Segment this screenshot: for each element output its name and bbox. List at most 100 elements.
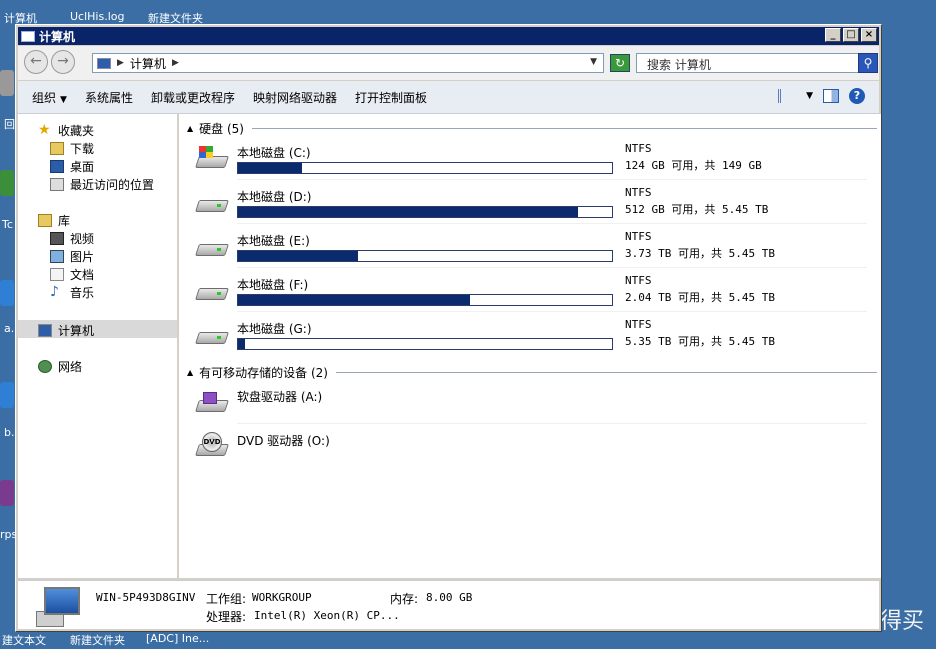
dvd-drive-item[interactable]: DVD DVD 驱动器 (O:) <box>195 426 867 468</box>
desktop-label-textfile[interactable]: 建文本文 <box>2 632 46 648</box>
back-button[interactable]: ← <box>24 50 48 74</box>
desktop-icon <box>50 160 64 173</box>
chevron-down-icon: ▼ <box>60 94 67 105</box>
group-hard-disks-label: 硬盘 (5) <box>199 122 244 136</box>
help-icon[interactable]: ? <box>849 88 865 104</box>
nav-videos-label: 视频 <box>70 232 95 246</box>
drive-free-space: 512 GB 可用，共 5.45 TB <box>625 203 769 216</box>
nav-documents[interactable]: 文档 <box>50 266 94 283</box>
desktop-label-a[interactable]: a. <box>4 322 14 335</box>
navigation-pane: ★ 收藏夹 下载 桌面 最近访问的位置 库 视频 图片 文档 ♪ 音乐 计算机 … <box>18 114 179 578</box>
drive-filesystem: NTFS <box>625 318 652 331</box>
uninstall-program-button[interactable]: 卸载或更改程序 <box>151 89 235 106</box>
nav-desktop[interactable]: 桌面 <box>50 158 94 175</box>
usage-bar-fill <box>238 295 470 305</box>
group-hard-disks[interactable]: ▲ 硬盘 (5) <box>187 120 877 137</box>
nav-network[interactable]: 网络 <box>38 358 82 375</box>
desktop-ie-icon[interactable] <box>0 280 14 306</box>
drive-filesystem: NTFS <box>625 142 652 155</box>
maximize-button[interactable]: □ <box>843 28 859 42</box>
nav-pictures-label: 图片 <box>70 250 95 264</box>
drive-item[interactable]: 本地磁盘 (D:) NTFS 512 GB 可用，共 5.45 TB <box>195 182 867 224</box>
collapse-icon[interactable]: ▲ <box>187 124 193 133</box>
group-removable-label: 有可移动存储的设备 (2) <box>199 366 328 380</box>
usage-bar-fill <box>238 251 358 261</box>
drive-item[interactable]: 本地磁盘 (C:) NTFS 124 GB 可用，共 149 GB <box>195 138 867 180</box>
floppy-drive-item[interactable]: 软盘驱动器 (A:) <box>195 382 867 424</box>
drive-name: 本地磁盘 (E:) <box>237 234 310 248</box>
minimize-button[interactable]: _ <box>825 28 841 42</box>
nav-libraries[interactable]: 库 <box>38 212 70 229</box>
documents-icon <box>50 268 64 281</box>
group-removable[interactable]: ▲ 有可移动存储的设备 (2) <box>187 364 877 381</box>
refresh-icon[interactable]: ↻ <box>610 54 630 72</box>
close-button[interactable]: × <box>861 28 877 42</box>
desktop-recycle-icon[interactable] <box>0 70 14 96</box>
usage-bar <box>237 250 613 262</box>
desktop-label-folder-2[interactable]: 新建文件夹 <box>70 632 125 648</box>
usage-bar-fill <box>238 163 302 173</box>
system-properties-button[interactable]: 系统属性 <box>85 89 133 106</box>
forward-button[interactable]: → <box>51 50 75 74</box>
floppy-icon <box>195 392 229 412</box>
drive-name: 本地磁盘 (G:) <box>237 322 312 336</box>
nav-downloads[interactable]: 下载 <box>50 140 94 157</box>
organize-menu[interactable]: 组织 ▼ <box>32 89 67 106</box>
computer-icon <box>21 30 35 42</box>
desktop-label-tc[interactable]: Tc <box>2 218 13 231</box>
preview-pane-icon[interactable] <box>823 89 839 103</box>
memory-label: 内存: <box>390 592 419 606</box>
recent-places-icon <box>50 178 64 191</box>
nav-favorites[interactable]: ★ 收藏夹 <box>38 122 94 139</box>
view-dropdown-icon[interactable]: ▼ <box>806 91 813 101</box>
desktop-ie-icon-2[interactable] <box>0 382 14 408</box>
desktop-label-adc[interactable]: [ADC] Ine... <box>146 632 209 645</box>
view-options-icon[interactable] <box>778 89 792 103</box>
group-divider <box>335 372 877 373</box>
pictures-icon <box>50 250 64 263</box>
explorer-window: 计算机 _ □ × ← → ▶ 计算机 ▶ ▼ ↻ 搜索 计算机 ⚲ 组织 ▼ 系… <box>15 24 882 632</box>
drive-free-space: 3.73 TB 可用，共 5.45 TB <box>625 247 775 260</box>
content-pane: ▲ 硬盘 (5) 本地磁盘 (C:) NTFS 124 GB 可用，共 149 … <box>179 114 881 578</box>
drive-item[interactable]: 本地磁盘 (G:) NTFS 5.35 TB 可用，共 5.45 TB <box>195 314 867 356</box>
processor-value: Intel(R) Xeon(R) CP... <box>254 609 400 622</box>
map-network-drive-button[interactable]: 映射网络驱动器 <box>253 89 337 106</box>
drive-item[interactable]: 本地磁盘 (E:) NTFS 3.73 TB 可用，共 5.45 TB <box>195 226 867 268</box>
breadcrumb-computer[interactable]: 计算机 <box>130 55 166 72</box>
nav-desktop-label: 桌面 <box>70 160 95 174</box>
drive-name: DVD 驱动器 (O:) <box>237 434 330 448</box>
nav-music[interactable]: ♪ 音乐 <box>50 284 94 301</box>
desktop-app-icon[interactable] <box>0 170 14 196</box>
star-icon: ★ <box>38 122 51 138</box>
drive-free-space: 2.04 TB 可用，共 5.45 TB <box>625 291 775 304</box>
address-bar: ← → ▶ 计算机 ▶ ▼ ↻ 搜索 计算机 ⚲ <box>18 46 879 80</box>
nav-pictures[interactable]: 图片 <box>50 248 94 265</box>
desktop-label-b[interactable]: b. <box>4 426 14 439</box>
drive-item[interactable]: 本地磁盘 (F:) NTFS 2.04 TB 可用，共 5.45 TB <box>195 270 867 312</box>
nav-computer[interactable]: 计算机 <box>38 322 94 339</box>
search-input[interactable]: 搜索 计算机 <box>636 53 859 73</box>
desktop-label-log[interactable]: UclHis.log <box>70 10 124 23</box>
desktop-archive-icon[interactable] <box>0 480 14 506</box>
nav-computer-label: 计算机 <box>58 324 95 338</box>
details-pane: WIN-5P493D8GINV 工作组: WORKGROUP 内存: 8.00 … <box>18 580 879 629</box>
title-bar[interactable]: 计算机 _ □ × <box>18 27 879 45</box>
organize-label: 组织 <box>32 90 57 105</box>
hard-disk-icon <box>195 194 229 212</box>
breadcrumb-chevron-icon-2[interactable]: ▶ <box>172 58 179 68</box>
collapse-icon[interactable]: ▲ <box>187 368 193 377</box>
nav-network-label: 网络 <box>58 360 83 374</box>
workgroup-value: WORKGROUP <box>252 591 312 604</box>
desktop-label-recycle[interactable]: 回 <box>4 116 15 132</box>
search-placeholder: 搜索 计算机 <box>647 58 711 72</box>
nav-favorites-label: 收藏夹 <box>58 124 95 138</box>
search-icon[interactable]: ⚲ <box>858 53 878 73</box>
open-control-panel-button[interactable]: 打开控制面板 <box>355 89 427 106</box>
usage-bar <box>237 162 613 174</box>
breadcrumb-chevron-icon[interactable]: ▶ <box>117 58 124 68</box>
address-field[interactable]: ▶ 计算机 ▶ ▼ <box>92 53 604 73</box>
address-dropdown-icon[interactable]: ▼ <box>590 57 597 67</box>
group-divider <box>251 128 877 129</box>
nav-recent[interactable]: 最近访问的位置 <box>50 176 154 193</box>
nav-videos[interactable]: 视频 <box>50 230 94 247</box>
